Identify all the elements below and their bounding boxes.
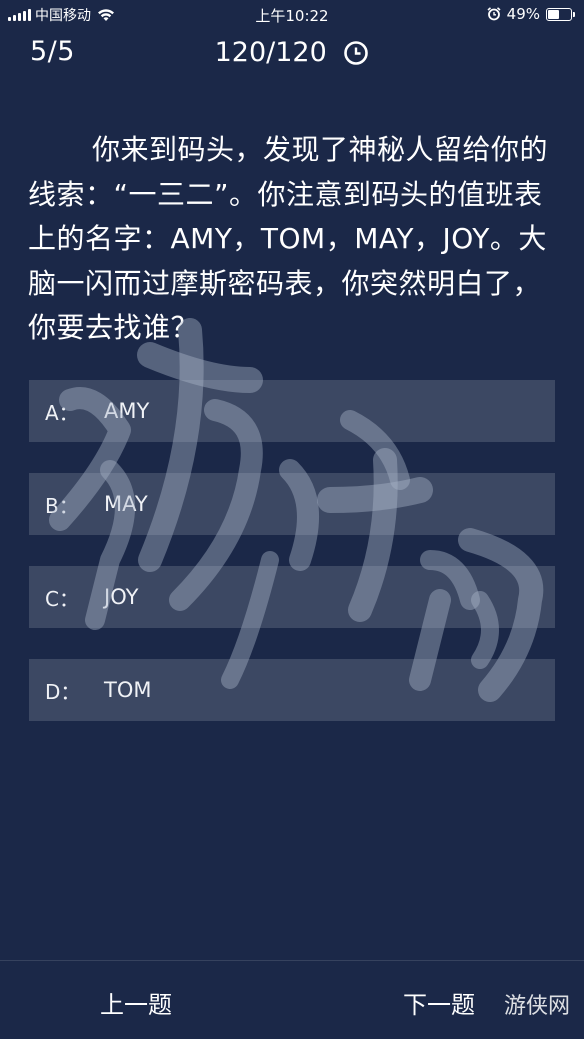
option-b[interactable]: B： MAY bbox=[29, 473, 555, 535]
answer-options: A： AMY B： MAY C： JOY D： TOM bbox=[29, 380, 555, 752]
option-d[interactable]: D： TOM bbox=[29, 659, 555, 721]
timer-text: 120/120 bbox=[214, 37, 327, 68]
battery-icon bbox=[546, 7, 575, 21]
option-text: MAY bbox=[104, 492, 148, 516]
option-text: JOY bbox=[104, 585, 139, 609]
option-c[interactable]: C： JOY bbox=[29, 566, 555, 628]
option-text: AMY bbox=[104, 399, 150, 423]
quiz-header: 5/5 120/120 bbox=[0, 30, 584, 76]
option-key: A： bbox=[45, 400, 79, 425]
battery-fill bbox=[548, 9, 559, 19]
option-a[interactable]: A： AMY bbox=[29, 380, 555, 442]
status-right: 49% bbox=[487, 5, 575, 23]
clock-icon bbox=[344, 40, 369, 65]
question-text: 你来到码头，发现了神秘人留给你的线索：“一三二”。你注意到码头的值班表上的名字：… bbox=[28, 133, 549, 344]
watermark-small-logo: 游侠网 bbox=[504, 994, 571, 1019]
option-text: TOM bbox=[104, 678, 152, 702]
option-key: B： bbox=[45, 493, 79, 518]
option-key: C： bbox=[45, 586, 79, 611]
prev-question-button[interactable]: 上一题 bbox=[100, 985, 172, 1020]
option-key: D： bbox=[45, 679, 81, 704]
next-question-button[interactable]: 下一题 bbox=[403, 985, 475, 1020]
bottom-nav: 上一题 下一题 bbox=[0, 960, 584, 1039]
timer: 120/120 bbox=[0, 36, 584, 68]
status-bar: 中国移动 上午10:22 49% bbox=[0, 0, 584, 30]
alarm-icon bbox=[487, 7, 501, 21]
battery-percent: 49% bbox=[506, 5, 540, 23]
